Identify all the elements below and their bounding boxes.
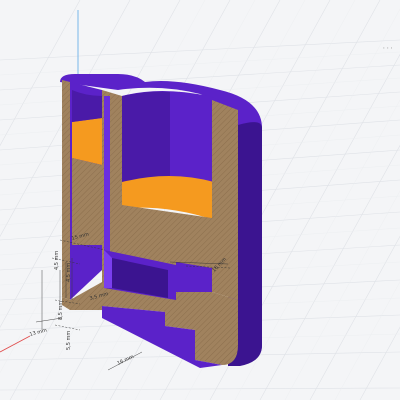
fill-surface-small (72, 118, 102, 165)
more-dots-icon[interactable]: ··· (382, 44, 394, 54)
dim-label-5: 8,5 mm (58, 301, 64, 320)
viewport-canvas[interactable]: 15 mm 4,5 mm 4,5 mm 3,5 mm 8,5 mm 13 mm … (0, 0, 400, 400)
dim-label-2: 4,5 mm (54, 251, 60, 270)
dim-label-7: 5,5 mm (66, 331, 72, 350)
large-chamber-shadow (122, 91, 170, 182)
dim-label-3: 4,5 mm (66, 263, 72, 282)
3d-viewport[interactable]: 15 mm 4,5 mm 4,5 mm 3,5 mm 8,5 mm 13 mm … (0, 0, 400, 400)
